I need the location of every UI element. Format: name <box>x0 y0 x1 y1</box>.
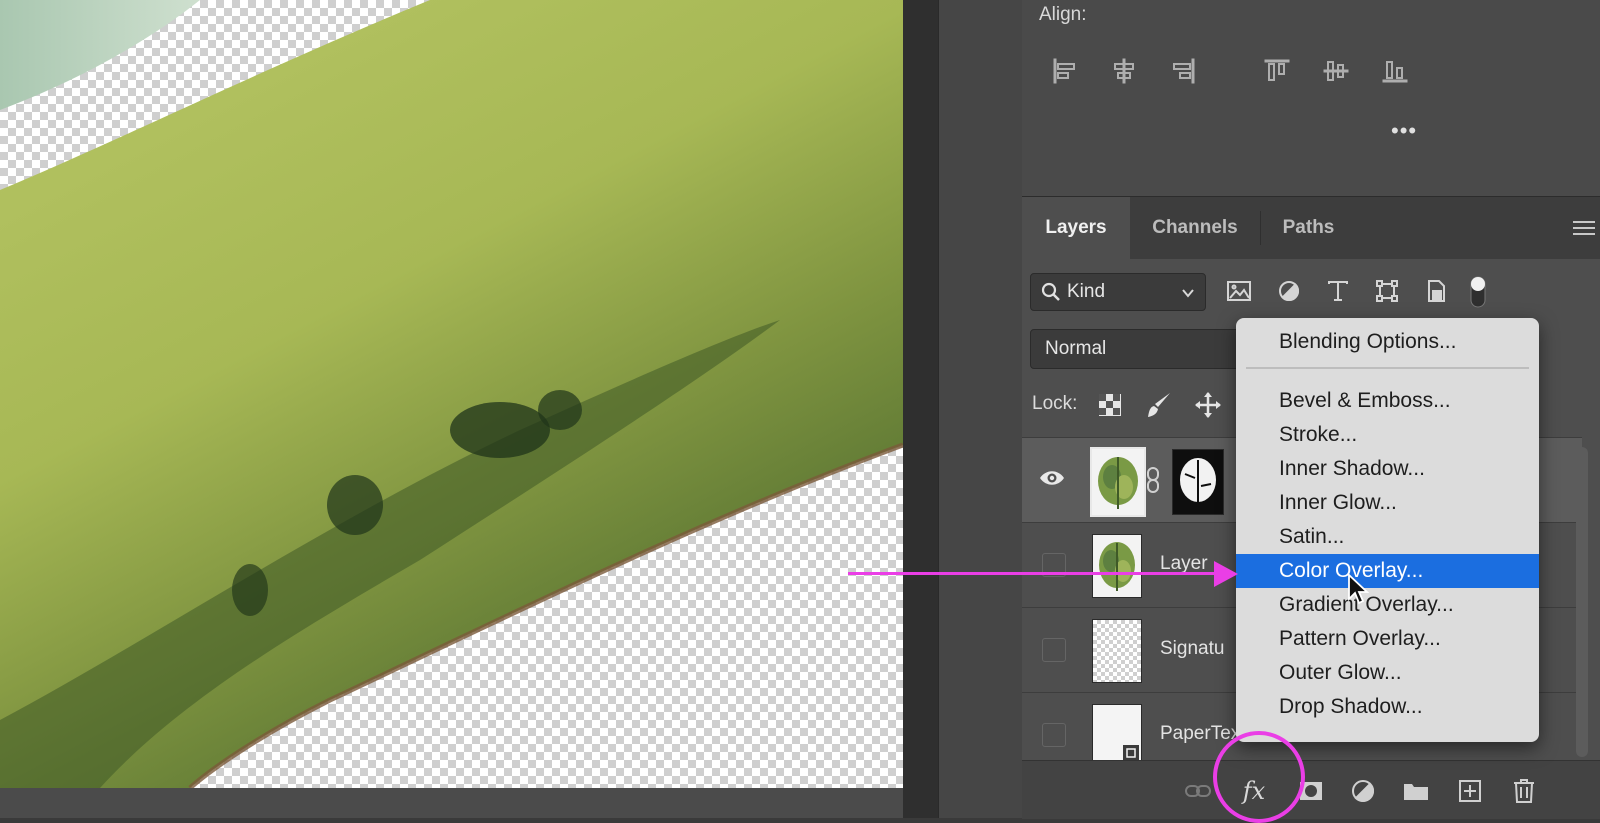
search-icon <box>1041 282 1061 308</box>
align-label: Align: <box>1039 4 1087 25</box>
panel-tab-bar: Layers Channels Paths <box>1022 197 1600 259</box>
menu-item-inner-shadow[interactable]: Inner Shadow... <box>1236 452 1539 486</box>
layers-bottom-toolbar: fx <box>1022 760 1600 819</box>
blend-mode-value: Normal <box>1045 338 1107 359</box>
menu-item-outer-glow[interactable]: Outer Glow... <box>1236 656 1539 690</box>
panel-menu-icon[interactable] <box>1573 219 1595 242</box>
shape-filter-icon[interactable] <box>1370 274 1404 308</box>
filter-kind-label: Kind <box>1067 281 1106 302</box>
menu-item-bevel-emboss[interactable]: Bevel & Emboss... <box>1236 384 1539 418</box>
menu-item-inner-glow[interactable]: Inner Glow... <box>1236 486 1539 520</box>
link-layers-icon[interactable] <box>1184 777 1212 805</box>
layer-name[interactable]: Signatu <box>1160 638 1224 660</box>
align-vertical-centers-icon[interactable] <box>1321 56 1351 86</box>
menu-item-pattern-overlay[interactable]: Pattern Overlay... <box>1236 622 1539 656</box>
annotation-arrow-line <box>848 572 1218 575</box>
tab-layers[interactable]: Layers <box>1022 197 1130 259</box>
menu-item-blending-options[interactable]: Blending Options... <box>1236 325 1539 359</box>
eye-icon[interactable] <box>1038 468 1066 493</box>
type-filter-icon[interactable] <box>1321 274 1355 308</box>
lock-transparent-pixels-icon[interactable] <box>1098 393 1122 422</box>
align-top-edges-icon[interactable] <box>1262 56 1292 86</box>
new-layer-icon[interactable] <box>1456 777 1484 805</box>
document-canvas[interactable] <box>0 0 903 788</box>
annotation-arrow-head <box>1214 561 1238 587</box>
menu-item-satin[interactable]: Satin... <box>1236 520 1539 554</box>
panel-gutter <box>938 0 1023 818</box>
lock-label: Lock: <box>1032 393 1078 414</box>
delete-layer-icon[interactable] <box>1510 777 1538 805</box>
visibility-toggle[interactable] <box>1042 723 1066 747</box>
menu-separator <box>1246 367 1529 369</box>
more-options-button[interactable]: ••• <box>1391 118 1417 144</box>
adjustment-filter-icon[interactable] <box>1272 274 1306 308</box>
smart-object-filter-icon[interactable] <box>1419 274 1453 308</box>
menu-item-stroke[interactable]: Stroke... <box>1236 418 1539 452</box>
filter-kind-select[interactable]: Kind <box>1030 273 1206 311</box>
menu-item-color-overlay[interactable]: Color Overlay... <box>1236 554 1539 588</box>
new-group-icon[interactable] <box>1402 777 1430 805</box>
tab-channels[interactable]: Channels <box>1130 197 1260 259</box>
align-horizontal-centers-icon[interactable] <box>1109 56 1139 86</box>
chevron-down-icon <box>1181 284 1195 306</box>
menu-item-gradient-overlay[interactable]: Gradient Overlay... <box>1236 588 1539 622</box>
align-bottom-edges-icon[interactable] <box>1380 56 1410 86</box>
menu-item-drop-shadow[interactable]: Drop Shadow... <box>1236 690 1539 724</box>
align-panel: Align: ••• <box>1022 0 1600 197</box>
filter-toggle-switch[interactable] <box>1468 275 1488 314</box>
layers-scrollbar[interactable] <box>1576 447 1588 757</box>
annotation-circle <box>1213 731 1305 823</box>
layer-thumbnail <box>1092 704 1142 768</box>
blend-mode-select[interactable]: Normal <box>1030 329 1247 369</box>
layer-thumbnail <box>1092 534 1142 598</box>
layer-thumbnail <box>1090 447 1146 517</box>
leaf-artwork <box>0 0 903 788</box>
layer-style-menu: Blending Options... Bevel & Emboss... St… <box>1236 318 1539 742</box>
mask-link-icon[interactable] <box>1146 466 1160 499</box>
canvas-scroll-area <box>903 0 938 818</box>
layer-mask-thumbnail[interactable] <box>1172 449 1224 515</box>
image-filter-icon[interactable] <box>1222 274 1256 308</box>
align-right-edges-icon[interactable] <box>1168 56 1198 86</box>
adjustment-layer-icon[interactable] <box>1349 777 1377 805</box>
visibility-toggle[interactable] <box>1042 638 1066 662</box>
tab-paths[interactable]: Paths <box>1261 197 1356 259</box>
lock-position-icon[interactable] <box>1194 391 1222 424</box>
mouse-cursor-icon <box>1347 572 1370 610</box>
align-left-edges-icon[interactable] <box>1050 56 1080 86</box>
layer-thumbnail <box>1092 619 1142 683</box>
lock-image-pixels-icon[interactable] <box>1146 391 1172 424</box>
canvas-status-bar <box>0 788 903 818</box>
